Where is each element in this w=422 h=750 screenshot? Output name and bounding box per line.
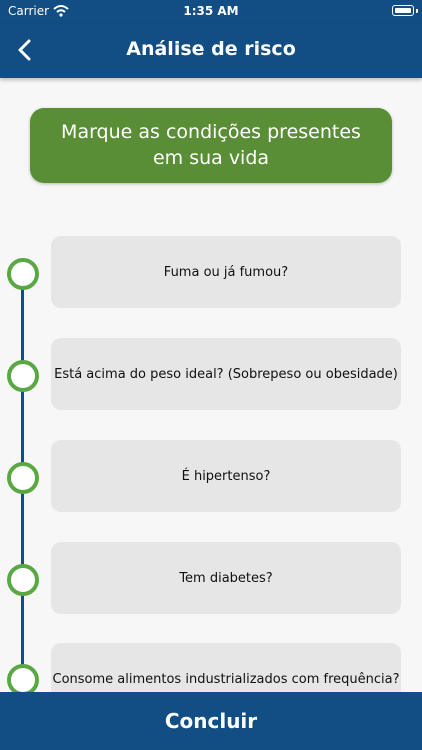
battery-icon (392, 5, 414, 16)
option-label: Tem diabetes? (179, 570, 273, 586)
nav-bar: Análise de risco (0, 24, 422, 78)
option-card-smoking[interactable]: Fuma ou já fumou? (51, 236, 401, 308)
option-checkbox-1[interactable] (7, 258, 39, 290)
option-label: Está acima do peso ideal? (Sobrepeso ou … (54, 366, 398, 382)
option-card-hypertension[interactable]: É hipertenso? (51, 440, 401, 512)
battery-tip (416, 9, 418, 13)
option-checkbox-2[interactable] (7, 360, 39, 392)
option-label: Fuma ou já fumou? (163, 264, 289, 280)
conclude-button[interactable]: Concluir (0, 692, 422, 750)
option-checkbox-4[interactable] (7, 564, 39, 596)
option-card-overweight[interactable]: Está acima do peso ideal? (Sobrepeso ou … (51, 338, 401, 410)
instruction-text: Marque as condições presentes em sua vid… (61, 120, 361, 169)
option-label: Consome alimentos industrializados com f… (52, 671, 400, 687)
option-card-diabetes[interactable]: Tem diabetes? (51, 542, 401, 614)
instruction-banner: Marque as condições presentes em sua vid… (30, 108, 392, 183)
status-time: 1:35 AM (183, 4, 239, 18)
status-bar: Carrier 1:35 AM (0, 0, 422, 24)
conclude-label: Concluir (164, 709, 258, 733)
option-label: É hipertenso? (181, 468, 271, 484)
page-title: Análise de risco (126, 38, 296, 60)
option-checkbox-3[interactable] (7, 462, 39, 494)
